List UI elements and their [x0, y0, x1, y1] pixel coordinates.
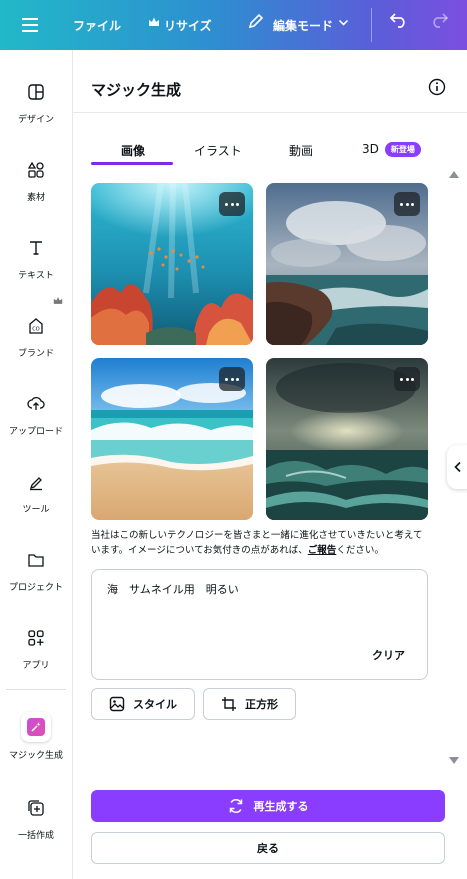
aspect-ratio-label: 正方形 [245, 698, 278, 711]
sidebar: デザイン 素材 テキスト CO ブランド アップロード ツール プロジェクト ア… [0, 50, 72, 879]
scroll-down-arrow[interactable] [449, 757, 459, 764]
clear-button[interactable]: クリア [372, 647, 405, 663]
sidebar-item-brand[interactable]: CO ブランド [0, 310, 72, 380]
sidebar-item-label: ツール [22, 505, 50, 515]
crown-icon [148, 16, 160, 31]
prompt-value[interactable]: 海 サムネイル用 明るい [107, 581, 239, 597]
header-divider [73, 112, 467, 113]
sidebar-item-bulk-create[interactable]: 一括作成 [0, 792, 72, 862]
sidebar-item-upload[interactable]: アップロード [0, 388, 72, 458]
sidebar-item-text[interactable]: テキスト [0, 232, 72, 302]
elements-icon [24, 158, 48, 182]
brand-icon: CO [24, 314, 48, 338]
folder-icon [24, 548, 48, 572]
sidebar-divider [6, 689, 66, 690]
regenerate-label: 再生成する [253, 800, 309, 813]
disclaimer-suffix: ください。 [336, 545, 384, 556]
sidebar-item-tools[interactable]: ツール [0, 466, 72, 536]
new-badge: 新登場 [384, 142, 421, 157]
svg-text:CO: CO [32, 327, 39, 333]
tab-3d[interactable]: 3D 新登場 [362, 142, 421, 157]
tab-3d-label: 3D [362, 142, 379, 156]
back-button[interactable]: 戻る [91, 832, 445, 864]
sidebar-item-design[interactable]: デザイン [0, 76, 72, 146]
sidebar-item-label: アプリ [22, 661, 50, 671]
chevron-down-icon[interactable] [338, 17, 349, 31]
sidebar-item-label: テキスト [18, 271, 54, 281]
bulk-create-icon [24, 796, 48, 820]
scroll-up-arrow[interactable] [449, 171, 459, 178]
report-link[interactable]: ご報告 [308, 545, 337, 556]
text-icon [24, 236, 48, 260]
sidebar-item-label: デザイン [17, 115, 54, 125]
magic-media-icon [21, 712, 51, 742]
active-tab-indicator [91, 162, 173, 165]
chevron-left-icon [454, 461, 461, 473]
crop-icon [222, 697, 236, 711]
panel-title: マジック生成 [91, 81, 182, 99]
sidebar-item-label: アップロード [8, 427, 63, 437]
more-options-icon[interactable] [394, 367, 420, 391]
feedback-disclaimer: 当社はこの新しいテクノロジーを皆さまと一緒に進化させていきたいと考えています。イ… [91, 528, 431, 558]
tab-image[interactable]: 画像 [121, 142, 145, 159]
upload-icon [24, 392, 48, 416]
media-type-tabs: 画像 イラスト 動画 3D 新登場 [91, 142, 431, 166]
tab-illustration[interactable]: イラスト [194, 142, 242, 159]
generated-image-coral-reef[interactable] [91, 183, 253, 345]
sidebar-item-elements[interactable]: 素材 [0, 154, 72, 224]
layout-icon [24, 80, 48, 104]
prompt-input[interactable]: 海 サムネイル用 明るい クリア [91, 569, 428, 680]
redo-icon[interactable] [429, 11, 449, 32]
generated-image-beach[interactable] [91, 358, 253, 520]
style-button-label: スタイル [133, 698, 177, 711]
sidebar-item-label: 一括作成 [17, 831, 54, 841]
pencil-icon [247, 12, 265, 33]
sidebar-item-label: マジック生成 [8, 751, 63, 761]
file-menu[interactable]: ファイル [73, 17, 121, 34]
undo-icon[interactable] [389, 11, 409, 32]
top-toolbar: ファイル リサイズ 編集モード [0, 0, 467, 50]
sidebar-item-apps[interactable]: アプリ [0, 622, 72, 692]
more-options-icon[interactable] [219, 367, 245, 391]
magic-media-panel: マジック生成 画像 イラスト 動画 3D 新登場 当社はこの新しいテクノロジーを… [72, 50, 467, 879]
more-options-icon[interactable] [394, 192, 420, 216]
generated-image-stormy-sea[interactable] [266, 358, 428, 520]
info-icon[interactable] [428, 78, 446, 96]
aspect-ratio-button[interactable]: 正方形 [203, 688, 296, 720]
generated-image-rocky-coast[interactable] [266, 183, 428, 345]
toolbar-divider [371, 8, 372, 42]
sidebar-item-label: プロジェクト [8, 583, 63, 593]
apps-icon [24, 626, 48, 650]
crown-icon [53, 294, 63, 308]
more-options-icon[interactable] [219, 192, 245, 216]
draw-icon [24, 470, 48, 494]
refresh-icon [229, 799, 242, 813]
sidebar-item-label: 素材 [26, 193, 45, 203]
sidebar-item-label: ブランド [17, 349, 54, 359]
tab-video[interactable]: 動画 [289, 142, 313, 159]
menu-icon[interactable] [18, 13, 42, 37]
regenerate-button[interactable]: 再生成する [91, 790, 445, 822]
sidebar-item-projects[interactable]: プロジェクト [0, 544, 72, 614]
edit-mode-button[interactable]: 編集モード [273, 17, 333, 34]
collapse-panel-button[interactable] [447, 445, 467, 489]
style-button[interactable]: スタイル [91, 688, 195, 720]
image-icon [109, 696, 125, 712]
sidebar-item-magic-media[interactable]: マジック生成 [0, 712, 72, 782]
resize-button[interactable]: リサイズ [164, 17, 212, 34]
